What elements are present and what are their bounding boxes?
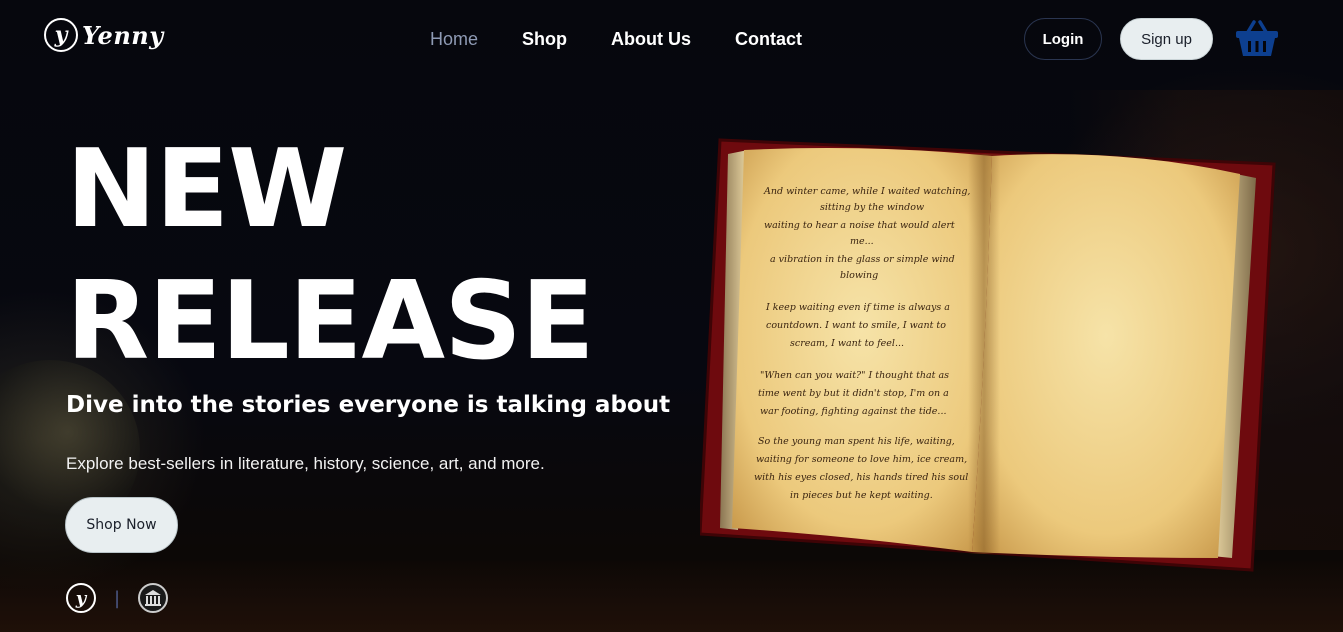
handwriting-line: waiting for someone to love him, ice cre… xyxy=(756,454,967,465)
divider: | xyxy=(114,587,121,609)
shop-now-button[interactable]: Shop Now xyxy=(65,497,178,553)
footer-icons: y | xyxy=(66,583,169,613)
handwriting-line: war footing, fighting against the tide..… xyxy=(760,406,947,417)
museum-icon[interactable] xyxy=(138,583,169,613)
handwriting-line: waiting to hear a noise that would alert xyxy=(764,220,955,231)
handwriting-line: a vibration in the glass or simple wind xyxy=(770,254,955,265)
handwriting-line: with his eyes closed, his hands tired hi… xyxy=(754,472,968,483)
nav-shop[interactable]: Shop xyxy=(522,29,567,50)
nav-home[interactable]: Home xyxy=(430,29,478,50)
handwriting-line: I keep waiting even if time is always a xyxy=(765,302,950,313)
open-book-image: And winter came, while I waited watching… xyxy=(698,138,1276,572)
hero-title: NEW RELEASE xyxy=(66,124,595,388)
hero-title-line2: RELEASE xyxy=(66,259,595,384)
handwriting-line: countdown. I want to smile, I want to xyxy=(766,320,946,331)
handwriting-line: blowing xyxy=(840,270,878,281)
yenny-logo-icon[interactable]: y xyxy=(66,583,96,613)
nav-about-us[interactable]: About Us xyxy=(611,29,691,50)
handwriting-line: me... xyxy=(850,236,874,247)
handwriting-line: scream, I want to feel... xyxy=(790,338,904,349)
handwriting-line: sitting by the window xyxy=(820,202,924,213)
page: y Yenny Home Shop About Us Contact Login… xyxy=(0,0,1343,632)
handwriting-line: So the young man spent his life, waiting… xyxy=(758,436,955,447)
main-nav: Home Shop About Us Contact xyxy=(430,29,802,50)
brand-name: Yenny xyxy=(82,20,164,50)
hero-subtitle: Dive into the stories everyone is talkin… xyxy=(66,392,671,418)
handwriting-line: "When can you wait?" I thought that as xyxy=(760,370,949,381)
nav-contact[interactable]: Contact xyxy=(735,29,802,50)
brand-logo[interactable]: y Yenny xyxy=(44,18,164,52)
signup-button[interactable]: Sign up xyxy=(1120,18,1213,60)
login-button[interactable]: Login xyxy=(1024,18,1102,60)
hero-description: Explore best-sellers in literature, hist… xyxy=(66,454,545,473)
hero-title-line1: NEW xyxy=(66,127,347,252)
handwriting-line: time went by but it didn't stop, I'm on … xyxy=(758,388,949,399)
logo-mark-icon: y xyxy=(44,18,78,52)
handwriting-line: in pieces but he kept waiting. xyxy=(790,490,933,501)
handwriting-line: And winter came, while I waited watching… xyxy=(763,186,970,197)
basket-icon[interactable] xyxy=(1234,20,1280,58)
